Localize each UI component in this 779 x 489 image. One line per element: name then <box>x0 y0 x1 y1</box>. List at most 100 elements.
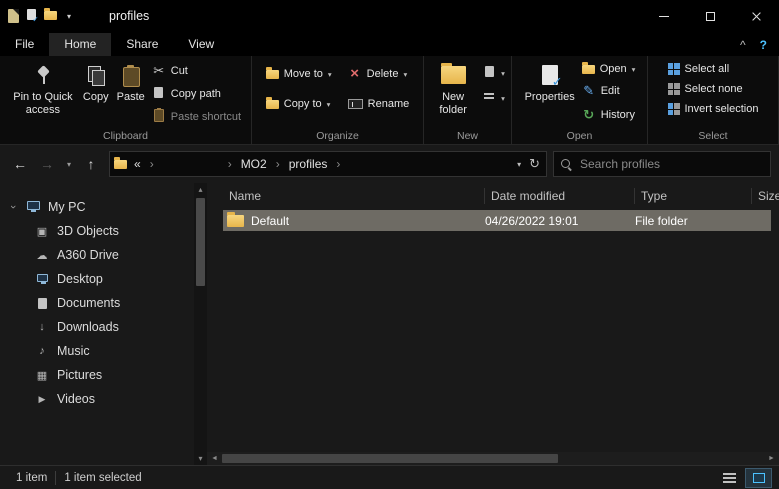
search-box[interactable] <box>553 151 771 177</box>
sidebar-scrollbar[interactable]: ▴ ▾ <box>194 183 207 465</box>
select-all-button[interactable]: Select all <box>665 62 733 76</box>
up-button[interactable]: ↑ <box>79 152 103 176</box>
copy-to-folder-icon <box>265 96 279 109</box>
qat-new-folder-button[interactable] <box>44 7 57 25</box>
sidebar-item-videos[interactable]: ▶ Videos <box>0 387 194 411</box>
select-none-button[interactable]: Select none <box>665 82 746 96</box>
sidebar-item-3d-objects[interactable]: ▣ 3D Objects <box>0 219 194 243</box>
maximize-button[interactable] <box>687 0 733 32</box>
close-button[interactable] <box>733 0 779 32</box>
delete-x-icon: × <box>350 65 360 82</box>
pin-to-quick-access-button[interactable]: Pin to Quick access <box>7 59 79 128</box>
invert-selection-button[interactable]: Invert selection <box>665 102 762 116</box>
forward-button[interactable]: → <box>35 152 59 176</box>
details-view-button[interactable] <box>717 469 742 487</box>
copy-path-button[interactable]: Copy path <box>149 86 224 102</box>
folder-icon <box>227 211 244 227</box>
documents-icon <box>37 297 47 309</box>
new-group-label: New <box>456 130 478 142</box>
expander-icon[interactable]: › <box>7 205 19 209</box>
easy-access-button[interactable]: ▾ <box>479 91 508 105</box>
scrollbar-track[interactable] <box>222 452 764 465</box>
tab-home[interactable]: Home <box>49 33 112 56</box>
breadcrumb-item-profiles[interactable]: profiles <box>284 155 333 173</box>
qat-properties-button[interactable] <box>27 7 39 25</box>
column-header-name[interactable]: Name <box>223 188 485 204</box>
sidebar-item-my-pc[interactable]: › My PC <box>0 195 194 219</box>
breadcrumb-item-mo2[interactable]: MO2 <box>236 155 272 173</box>
back-button[interactable]: ← <box>8 152 32 176</box>
scrollbar-track[interactable] <box>194 196 207 452</box>
file-row[interactable]: Default 04/26/2022 19:01 File folder <box>223 210 771 231</box>
address-bar[interactable]: « › › MO2 › profiles › ▾ ↻ <box>109 151 547 177</box>
thumbnails-view-button[interactable] <box>745 467 772 488</box>
sidebar-item-label: Downloads <box>57 320 119 334</box>
sidebar-item-pictures[interactable]: ▦ Pictures <box>0 363 194 387</box>
file-type: File folder <box>635 213 688 228</box>
select-none-label: Select none <box>684 83 743 95</box>
copy-to-button[interactable]: Copy to ▾ <box>263 96 335 111</box>
sidebar-item-documents[interactable]: Documents <box>0 291 194 315</box>
column-headers: Name Date modified Type Size <box>207 183 779 209</box>
rename-label: Rename <box>367 98 410 110</box>
scroll-left-icon[interactable]: ◄ <box>207 455 222 462</box>
delete-button[interactable]: × Delete ▾ <box>345 65 413 82</box>
open-folder-icon <box>581 61 595 74</box>
rename-button[interactable]: Rename <box>345 97 413 111</box>
paste-button[interactable]: Paste <box>113 59 149 128</box>
breadcrumb-hidden-segment[interactable] <box>158 155 224 173</box>
recent-locations-dropdown[interactable]: ▾ <box>62 152 76 176</box>
properties-button[interactable]: Properties <box>521 59 579 128</box>
tab-share[interactable]: Share <box>111 33 173 56</box>
sidebar-item-a360-drive[interactable]: ☁ A360 Drive <box>0 243 194 267</box>
ribbon-group-select: Select all Select none Invert selection … <box>648 56 779 144</box>
search-input[interactable] <box>580 157 763 171</box>
new-folder-button[interactable]: New folder <box>427 59 479 128</box>
column-header-type[interactable]: Type <box>635 188 752 204</box>
copy-button[interactable]: Copy <box>79 59 113 128</box>
scroll-right-icon[interactable]: ► <box>764 455 779 462</box>
scroll-down-icon[interactable]: ▾ <box>194 452 207 465</box>
chevron-down-icon: ▾ <box>67 11 72 21</box>
cut-label: Cut <box>170 65 188 77</box>
ribbon: Pin to Quick access Copy Paste ✂ Cut Cop… <box>0 56 779 145</box>
titlebar: ▾ profiles <box>0 0 779 32</box>
chevron-down-icon: ▾ <box>631 64 636 74</box>
edit-button[interactable]: ✎ Edit <box>579 82 623 100</box>
ribbon-group-organize: Move to ▾ × Delete ▾ Copy to ▾ Rename Or… <box>252 56 424 144</box>
file-date-modified: 04/26/2022 19:01 <box>485 213 579 228</box>
ribbon-group-clipboard: Pin to Quick access Copy Paste ✂ Cut Cop… <box>0 56 252 144</box>
breadcrumb-overflow-button[interactable]: « <box>129 155 146 173</box>
file-list[interactable]: Default 04/26/2022 19:01 File folder <box>207 209 779 452</box>
collapse-ribbon-button[interactable]: ^ <box>740 38 746 52</box>
open-button[interactable]: Open ▾ <box>579 61 639 76</box>
scissors-icon: ✂ <box>153 63 165 78</box>
cut-button[interactable]: ✂ Cut <box>149 62 191 80</box>
help-button[interactable]: ? <box>760 38 767 52</box>
column-header-date-modified[interactable]: Date modified <box>485 188 635 204</box>
qat-customize-dropdown[interactable]: ▾ <box>67 12 71 21</box>
scrollbar-thumb[interactable] <box>196 198 205 286</box>
sidebar-item-label: Music <box>57 344 90 358</box>
column-header-size[interactable]: Size <box>752 188 779 204</box>
sidebar-item-desktop[interactable]: Desktop <box>0 267 194 291</box>
address-dropdown-button[interactable]: ▾ <box>517 160 521 169</box>
tab-file[interactable]: File <box>0 33 49 56</box>
refresh-button[interactable]: ↻ <box>529 156 540 172</box>
sidebar-item-downloads[interactable]: ↓ Downloads <box>0 315 194 339</box>
select-group-label: Select <box>698 130 728 142</box>
tab-view[interactable]: View <box>173 33 229 56</box>
ribbon-tab-row: File Home Share View ^ ? <box>0 32 779 56</box>
paste-shortcut-button[interactable]: Paste shortcut <box>149 108 244 126</box>
scroll-up-icon[interactable]: ▴ <box>194 183 207 196</box>
ribbon-group-open: Properties Open ▾ ✎ Edit ↻ History Open <box>512 56 648 144</box>
main-area: › My PC ▣ 3D Objects ☁ A360 Drive Deskto… <box>0 183 779 465</box>
horizontal-scrollbar[interactable]: ◄ ► <box>207 452 779 465</box>
new-item-button[interactable]: ▾ <box>479 65 508 81</box>
move-to-button[interactable]: Move to ▾ <box>263 66 335 81</box>
copy-to-label: Copy to <box>283 98 322 110</box>
minimize-button[interactable] <box>641 0 687 32</box>
sidebar-item-music[interactable]: ♪ Music <box>0 339 194 363</box>
history-button[interactable]: ↻ History <box>579 106 638 124</box>
scrollbar-thumb[interactable] <box>222 454 559 463</box>
